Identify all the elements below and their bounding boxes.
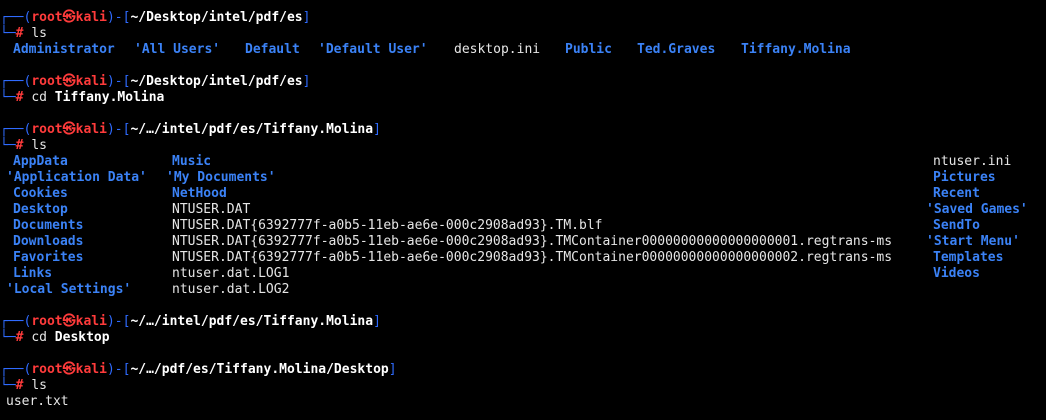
directory-entry[interactable]: Recent (933, 186, 980, 202)
prompt-at-symbol: ㉿ (62, 122, 76, 137)
prompt-hash: # (15, 26, 24, 41)
prompt-at-symbol: ㉿ (62, 74, 76, 89)
directory-entry[interactable]: Pictures (933, 170, 996, 186)
prompt-decoration: ] (302, 10, 311, 25)
file-entry[interactable]: NTUSER.DAT (172, 202, 250, 218)
directory-entry[interactable]: Downloads (13, 234, 83, 250)
file-entry[interactable]: desktop.ini (454, 42, 540, 58)
prompt-host: kali (75, 362, 107, 377)
directory-entry[interactable]: Templates (933, 250, 1003, 266)
file-entry[interactable]: ntuser.dat.LOG2 (172, 282, 289, 298)
command-text[interactable]: cd (31, 90, 47, 105)
prompt-line: ┌──(root㉿kali)-[~/…/intel/pdf/es/Tiffany… (0, 314, 381, 330)
directory-entry[interactable]: Cookies (13, 186, 68, 202)
directory-entry[interactable]: 'Local Settings' (6, 282, 131, 298)
prompt-decoration: )-[ (106, 314, 131, 329)
prompt-at-symbol: ㉿ (62, 10, 76, 25)
command-line[interactable]: └─# cd Desktop (0, 330, 110, 346)
prompt-hash: # (15, 90, 24, 105)
prompt-decoration: ┌──( (0, 314, 32, 329)
prompt-hash: # (15, 138, 24, 153)
prompt-path: ~/Desktop/intel/pdf/es (130, 74, 303, 89)
directory-entry[interactable]: NetHood (172, 186, 227, 202)
directory-entry[interactable]: 'Saved Games' (926, 202, 1028, 218)
command-argument[interactable]: Tiffany.Molina (55, 90, 165, 105)
prompt-user: root (31, 74, 63, 89)
prompt-decoration: ┌──( (0, 362, 32, 377)
command-line[interactable]: └─# cd Tiffany.Molina (0, 90, 164, 106)
file-entry[interactable]: ntuser.ini (933, 154, 1011, 170)
prompt-path: ~/…/intel/pdf/es/Tiffany.Molina (130, 314, 374, 329)
prompt-path: ~/…/intel/pdf/es/Tiffany.Molina (130, 122, 374, 137)
prompt-decoration: )-[ (106, 74, 131, 89)
prompt-host: kali (75, 122, 107, 137)
prompt-decoration: )-[ (106, 362, 131, 377)
file-entry[interactable]: NTUSER.DAT{6392777f-a0b5-11eb-ae6e-000c2… (172, 218, 602, 234)
directory-entry[interactable]: Videos (933, 266, 980, 282)
prompt-decoration: └─ (0, 138, 16, 153)
command-line[interactable]: └─# ls (0, 26, 47, 42)
prompt-path: ~/…/pdf/es/Tiffany.Molina/Desktop (130, 362, 389, 377)
file-entry[interactable]: user.txt (6, 394, 69, 410)
command-line[interactable]: └─# ls (0, 138, 47, 154)
directory-entry[interactable]: 'Default User' (318, 42, 428, 58)
command-line[interactable]: └─# ls (0, 378, 47, 394)
directory-entry[interactable]: Administrator (13, 42, 115, 58)
directory-entry[interactable]: AppData (13, 154, 68, 170)
directory-entry[interactable]: Ted.Graves (637, 42, 715, 58)
prompt-decoration: ] (373, 122, 381, 137)
directory-entry[interactable]: Documents (13, 218, 83, 234)
prompt-decoration: └─ (0, 90, 16, 105)
directory-entry[interactable]: 'My Documents' (166, 170, 276, 186)
prompt-decoration: └─ (0, 378, 16, 393)
prompt-decoration: └─ (0, 330, 16, 345)
directory-entry[interactable]: 'Start Menu' (926, 234, 1020, 250)
prompt-decoration: ] (302, 74, 311, 89)
directory-entry[interactable]: Links (13, 266, 52, 282)
prompt-path: ~/Desktop/intel/pdf/es (130, 10, 303, 25)
file-entry[interactable]: NTUSER.DAT{6392777f-a0b5-11eb-ae6e-000c2… (172, 234, 892, 250)
directory-entry[interactable]: 'All Users' (134, 42, 220, 58)
directory-entry[interactable]: Default (245, 42, 300, 58)
directory-entry[interactable]: SendTo (933, 218, 980, 234)
directory-entry[interactable]: 'Application Data' (6, 170, 147, 186)
file-entry[interactable]: ntuser.dat.LOG1 (172, 266, 289, 282)
command-text[interactable]: ls (31, 138, 47, 153)
prompt-hash: # (15, 378, 24, 393)
directory-entry[interactable]: Tiffany.Molina (741, 42, 851, 58)
prompt-decoration: └─ (0, 26, 16, 41)
prompt-at-symbol: ㉿ (62, 314, 76, 329)
directory-entry[interactable]: Music (172, 154, 211, 170)
prompt-decoration: ┌──( (0, 10, 32, 25)
prompt-line: ┌──(root㉿kali)-[~/…/intel/pdf/es/Tiffany… (0, 122, 381, 138)
command-argument[interactable]: Desktop (55, 330, 110, 345)
prompt-decoration: )-[ (106, 10, 131, 25)
prompt-host: kali (75, 314, 107, 329)
prompt-hash: # (15, 330, 24, 345)
prompt-decoration: )-[ (106, 122, 131, 137)
directory-entry[interactable]: Desktop (13, 202, 68, 218)
prompt-at-symbol: ㉿ (62, 362, 76, 377)
directory-entry[interactable]: Public (565, 42, 612, 58)
directory-entry[interactable]: Favorites (13, 250, 83, 266)
prompt-host: kali (75, 74, 107, 89)
command-text[interactable]: ls (31, 378, 47, 393)
prompt-user: root (31, 362, 63, 377)
prompt-user: root (31, 10, 63, 25)
prompt-line: ┌──(root㉿kali)-[~/…/pdf/es/Tiffany.Molin… (0, 362, 397, 378)
file-entry[interactable]: NTUSER.DAT{6392777f-a0b5-11eb-ae6e-000c2… (172, 250, 892, 266)
prompt-host: kali (75, 10, 107, 25)
command-text[interactable]: cd (31, 330, 47, 345)
prompt-decoration: ] (373, 314, 381, 329)
prompt-line: ┌──(root㉿kali)-[~/Desktop/intel/pdf/es] (0, 10, 310, 26)
command-text[interactable]: ls (31, 26, 47, 41)
prompt-decoration: ┌──( (0, 122, 32, 137)
prompt-user: root (31, 122, 63, 137)
prompt-decoration: ┌──( (0, 74, 32, 89)
prompt-line: ┌──(root㉿kali)-[~/Desktop/intel/pdf/es] (0, 74, 310, 90)
terminal-window[interactable]: ┌──(root㉿kali)-[~/Desktop/intel/pdf/es] └… (0, 0, 1046, 420)
prompt-user: root (31, 314, 63, 329)
prompt-decoration: ] (388, 362, 397, 377)
